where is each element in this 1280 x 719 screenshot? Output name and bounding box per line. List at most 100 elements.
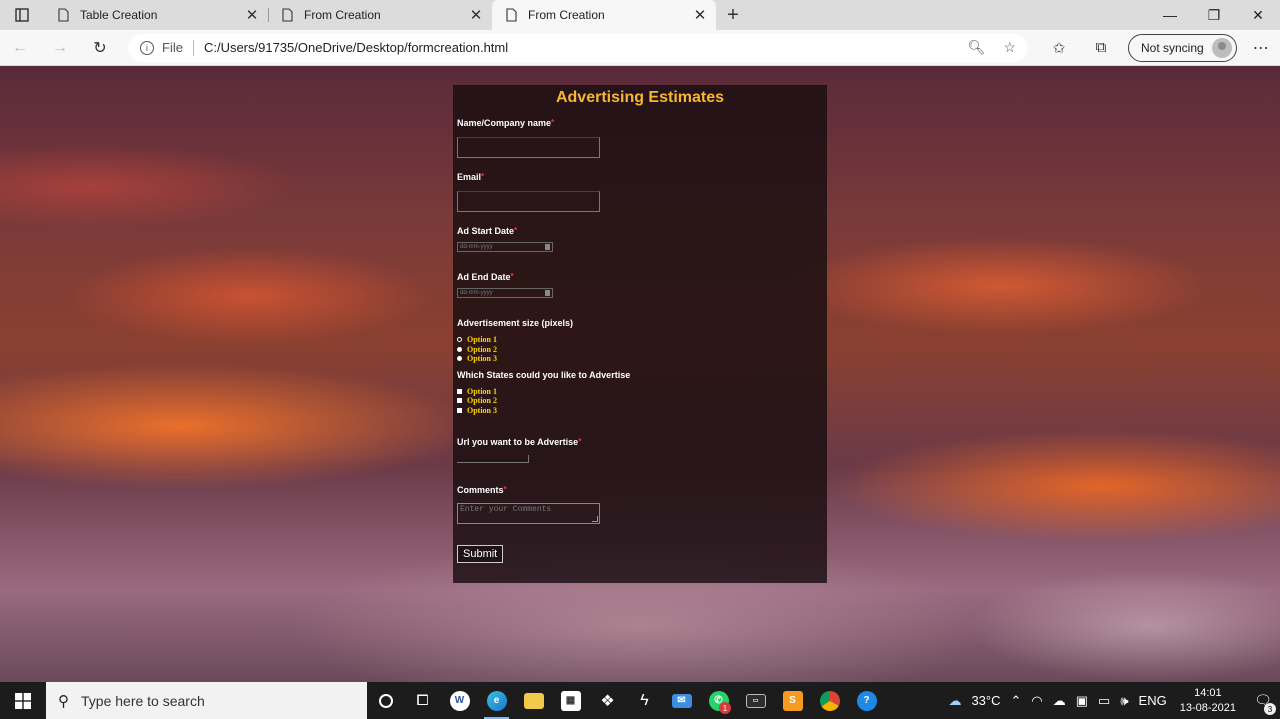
calendar-icon[interactable] xyxy=(545,244,550,250)
refresh-icon: ↻ xyxy=(93,39,107,57)
clock[interactable]: 14:01 13-08-2021 xyxy=(1180,686,1236,716)
checkbox[interactable] xyxy=(457,407,462,413)
taskbar-app-bolt[interactable]: ϟ xyxy=(626,682,663,719)
checkbox[interactable] xyxy=(457,388,462,394)
size-option[interactable]: Option 2 xyxy=(457,345,823,355)
option-label: Option 3 xyxy=(467,354,498,363)
profile-label: Not syncing xyxy=(1141,40,1204,55)
url-label-text: Url you want to be Advertise xyxy=(457,437,579,447)
size-option[interactable]: Option 3 xyxy=(457,354,823,364)
radio-button[interactable] xyxy=(457,337,462,343)
taskbar-dropbox[interactable]: ❖ xyxy=(589,682,626,719)
start-date-input[interactable]: dd-mm-yyyy xyxy=(457,242,553,252)
notifications-button[interactable]: 🗨︎ 3 xyxy=(1246,692,1280,715)
browser-toolbar: ← → ↻ i File C:/Users/91735/OneDrive/Des… xyxy=(0,30,1280,66)
name-input[interactable] xyxy=(457,137,600,158)
email-label: Email* xyxy=(457,172,823,182)
form-title: Advertising Estimates xyxy=(555,89,725,106)
page-background: Advertising Estimates Name/Company name*… xyxy=(0,66,1280,682)
network-icon[interactable]: ▣ xyxy=(1076,693,1088,709)
option-label: Option 3 xyxy=(467,405,498,415)
battery-icon[interactable]: ▭ xyxy=(1098,693,1110,709)
taskbar-sublime[interactable]: S xyxy=(774,682,811,719)
close-icon[interactable]: ✕ xyxy=(692,6,708,24)
edge-icon: e xyxy=(486,690,507,711)
start-button[interactable] xyxy=(0,682,46,719)
radio-button[interactable] xyxy=(457,346,462,352)
taskbar: ⚲ Type here to search ⧠ W e ▦ ❖ ϟ ✉ ✆ 1 ▭… xyxy=(0,682,1280,719)
calendar-icon[interactable] xyxy=(545,290,550,296)
window-close-button[interactable]: ✕ xyxy=(1236,0,1280,30)
new-tab-button[interactable]: + xyxy=(716,0,750,30)
end-date-input[interactable]: dd-mm-yyyy xyxy=(457,288,553,298)
cloud-icon[interactable]: ☁ xyxy=(1053,693,1066,709)
avatar xyxy=(1211,37,1232,58)
url-input[interactable] xyxy=(457,455,529,463)
divider xyxy=(192,39,194,56)
taskbar-word[interactable]: W xyxy=(441,682,478,719)
weather-temp[interactable]: 33°C xyxy=(971,693,1000,708)
weather-icon[interactable]: ☁ xyxy=(948,693,961,709)
tab-title: From Creation xyxy=(304,8,381,22)
state-option[interactable]: Option 3 xyxy=(457,406,823,416)
comments-textarea[interactable]: Enter your Comments xyxy=(457,503,600,524)
taskbar-edge[interactable]: e xyxy=(478,682,515,719)
close-icon[interactable]: ✕ xyxy=(244,6,260,24)
more-options-icon[interactable]: ⋯ xyxy=(1243,38,1279,58)
cortana-button[interactable] xyxy=(367,682,404,719)
profile-button[interactable]: Not syncing xyxy=(1128,33,1237,62)
tab-table-creation[interactable]: Table Creation ✕ xyxy=(44,0,268,30)
address-bar[interactable]: i File C:/Users/91735/OneDrive/Desktop/f… xyxy=(128,33,1028,62)
info-icon[interactable]: i xyxy=(140,40,154,55)
back-button[interactable]: ← xyxy=(0,30,40,66)
minimize-button[interactable]: — xyxy=(1148,0,1192,30)
taskbar-file-explorer[interactable] xyxy=(515,682,552,719)
favorites-icon[interactable]: ✩ xyxy=(1038,39,1080,57)
taskbar-help[interactable]: ? xyxy=(848,682,885,719)
taskbar-store[interactable]: ▦ xyxy=(552,682,589,719)
url-text[interactable]: C:/Users/91735/OneDrive/Desktop/formcrea… xyxy=(204,40,950,55)
size-option[interactable]: Option 1 xyxy=(457,335,823,345)
zoom-icon[interactable]: 🔍︎ xyxy=(968,39,986,56)
restore-button[interactable]: ❐ xyxy=(1192,0,1236,30)
windows-icon xyxy=(15,692,31,709)
option-label: Option 2 xyxy=(467,396,498,405)
volume-icon[interactable]: 🕪︎ xyxy=(1120,693,1128,709)
taskbar-search[interactable]: ⚲ Type here to search xyxy=(46,682,367,719)
start-date-label: Ad Start Date* xyxy=(457,226,823,236)
tab-actions-button[interactable] xyxy=(0,0,44,30)
checkbox[interactable] xyxy=(457,398,462,404)
taskbar-mail[interactable]: ✉ xyxy=(663,682,700,719)
state-option[interactable]: Option 2 xyxy=(457,396,823,406)
tab-title: Table Creation xyxy=(80,8,158,22)
plus-icon: + xyxy=(727,3,739,26)
file-label: File xyxy=(162,40,183,55)
resize-grip-icon[interactable] xyxy=(592,516,598,522)
required-mark: * xyxy=(551,118,555,127)
page-icon xyxy=(58,8,69,22)
end-date-label-text: Ad End Date xyxy=(457,272,511,282)
tab-from-creation-2[interactable]: From Creation ✕ xyxy=(492,0,716,30)
close-icon[interactable]: ✕ xyxy=(468,6,484,24)
taskbar-chrome[interactable] xyxy=(811,682,848,719)
forward-button[interactable]: → xyxy=(40,30,80,66)
word-icon: W xyxy=(449,690,470,711)
taskbar-whatsapp[interactable]: ✆ 1 xyxy=(700,682,737,719)
end-date-label: Ad End Date* xyxy=(457,272,823,282)
wifi-icon[interactable]: ◠ xyxy=(1031,693,1042,709)
add-favorite-icon[interactable]: ☆ xyxy=(1003,39,1016,56)
advertising-form: Advertising Estimates Name/Company name*… xyxy=(453,85,827,583)
taskbar-terminal[interactable]: ▭ xyxy=(737,682,774,719)
radio-button[interactable] xyxy=(457,356,462,362)
task-view-button[interactable]: ⧠ xyxy=(404,682,441,719)
collections-icon[interactable]: ⧉ xyxy=(1080,39,1122,56)
refresh-button[interactable]: ↻ xyxy=(80,30,120,66)
language-indicator[interactable]: ENG xyxy=(1139,693,1167,708)
submit-button[interactable]: Submit xyxy=(457,545,504,563)
state-option[interactable]: Option 1 xyxy=(457,387,823,397)
comments-label-text: Comments xyxy=(457,485,504,495)
email-input[interactable] xyxy=(457,191,600,212)
chevron-up-icon[interactable]: ⌃ xyxy=(1011,693,1022,709)
end-date-placeholder: dd-mm-yyyy xyxy=(460,290,493,296)
tab-from-creation-1[interactable]: From Creation ✕ xyxy=(268,0,492,30)
